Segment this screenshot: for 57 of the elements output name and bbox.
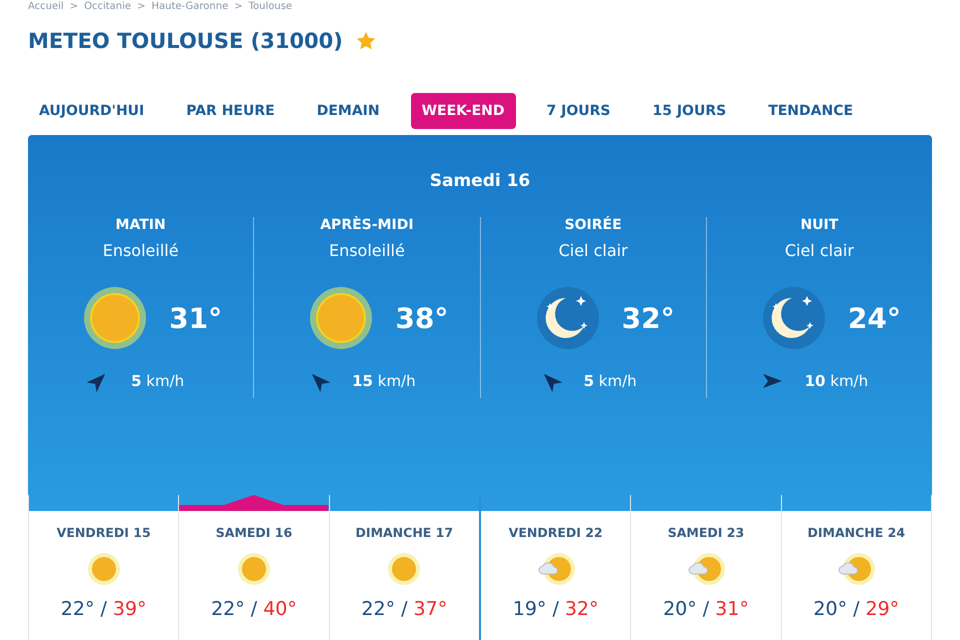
high-temperature: 29°	[866, 598, 900, 620]
high-temperature: 40°	[263, 598, 297, 620]
low-temperature: 22°	[361, 598, 396, 620]
tab[interactable]: TENDANCE	[757, 92, 864, 128]
period-name: NUIT	[800, 217, 838, 233]
breadcrumb-separator: >	[234, 1, 243, 12]
temperature-separator: /	[401, 598, 408, 620]
day-card[interactable]: VENDREDI 15 22° / 39°	[28, 495, 178, 640]
temperature: 24°	[848, 302, 901, 334]
condition-text: Ciel clair	[558, 241, 628, 260]
low-temperature: 20°	[813, 598, 848, 620]
temperature-separator: /	[853, 598, 860, 620]
tab[interactable]: 7 JOURS	[536, 92, 622, 128]
high-temperature: 31°	[715, 598, 749, 620]
day-card[interactable]: SAMEDI 16 22° / 40°	[178, 495, 329, 640]
tab[interactable]: WEEK-END	[410, 92, 516, 128]
tab[interactable]: AUJOURD'HUI	[28, 92, 156, 128]
wind-speed: 10 km/h	[804, 372, 868, 390]
wind-speed: 5 km/h	[131, 372, 184, 390]
condition-text: Ensoleillé	[328, 241, 405, 260]
day-name: SAMEDI 16	[216, 525, 292, 540]
low-temperature: 22°	[211, 598, 245, 620]
breadcrumb-separator: >	[70, 1, 78, 12]
temperature-separator: /	[100, 598, 107, 620]
period-name: MATIN	[116, 217, 166, 233]
wind-speed: 5 km/h	[584, 372, 637, 390]
day-name: SAMEDI 23	[668, 525, 744, 540]
temperature-separator: /	[250, 598, 258, 620]
breadcrumb-separator: >	[137, 1, 146, 12]
day-name: DIMANCHE 17	[356, 525, 454, 540]
wind-speed: 15 km/h	[352, 372, 416, 390]
day-card[interactable]: VENDREDI 22 19° / 32°	[478, 495, 630, 640]
period-name: SOIRÉE	[564, 217, 622, 233]
period-name: APRÈS-MIDI	[320, 217, 414, 233]
low-temperature: 20°	[663, 598, 697, 620]
day-name: VENDREDI 22	[508, 525, 603, 540]
condition-text: Ciel clair	[784, 241, 854, 260]
day-card[interactable]: DIMANCHE 24 20° / 29°	[780, 495, 932, 640]
temperature-separator: /	[702, 598, 710, 620]
temperature: 31°	[169, 302, 222, 334]
day-name: DIMANCHE 24	[808, 525, 906, 540]
high-temperature: 32°	[564, 598, 599, 620]
temperature: 38°	[395, 302, 448, 334]
high-temperature: 39°	[112, 598, 147, 620]
tab[interactable]: DEMAIN	[306, 92, 391, 128]
condition-text: Ensoleillé	[102, 241, 179, 260]
star-icon[interactable]	[354, 30, 377, 52]
page-title: METEO TOULOUSE (31000)	[28, 29, 343, 53]
day-heading: Samedi 16	[428, 170, 532, 191]
high-temperature: 37°	[414, 598, 448, 620]
day-name: VENDREDI 15	[56, 525, 151, 540]
low-temperature: 22°	[60, 598, 94, 620]
temperature-separator: /	[552, 598, 559, 620]
low-temperature: 19°	[512, 598, 546, 620]
temperature: 32°	[622, 302, 675, 334]
tab[interactable]: 15 JOURS	[641, 92, 738, 128]
tab[interactable]: PAR HEURE	[175, 92, 286, 128]
